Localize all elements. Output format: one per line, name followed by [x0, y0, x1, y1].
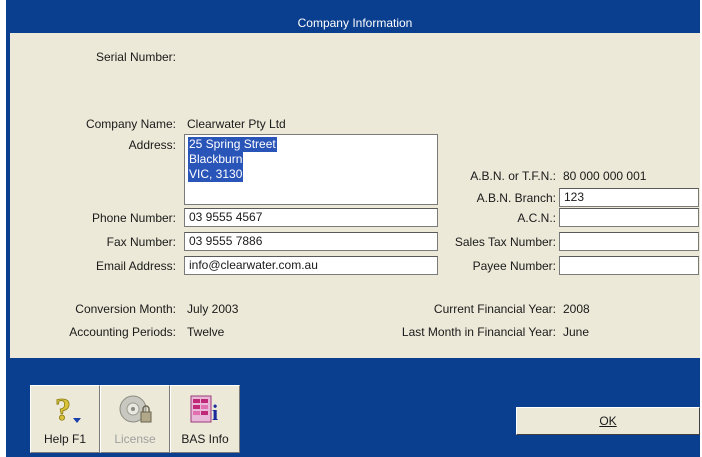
svg-text:?: ?	[55, 392, 71, 426]
help-button[interactable]: ? Help F1	[30, 385, 100, 453]
address-textarea[interactable]: 25 Spring Street Blackburn VIC, 3130	[184, 134, 438, 205]
abn-branch-label: A.B.N. Branch:	[476, 191, 556, 205]
acn-label: A.C.N.:	[517, 211, 556, 225]
svg-text:i: i	[212, 400, 218, 425]
ok-button-label: OK	[599, 414, 617, 428]
license-button[interactable]: License	[100, 385, 170, 453]
company-info-panel: Serial Number: Company Name: Clearwater …	[10, 33, 700, 358]
phone-number-label: Phone Number:	[91, 211, 176, 225]
bas-info-icon: i	[190, 395, 218, 425]
company-name-value: Clearwater Pty Ltd	[187, 117, 286, 131]
sales-tax-number-label: Sales Tax Number:	[454, 235, 556, 249]
address-line-2: Blackburn	[188, 152, 244, 167]
bas-info-button[interactable]: i BAS Info	[170, 385, 240, 453]
accounting-periods-label: Accounting Periods:	[69, 325, 176, 339]
fax-number-field[interactable]: 03 9555 7886	[184, 232, 438, 251]
address-label: Address:	[128, 138, 176, 152]
acn-field[interactable]	[559, 208, 699, 227]
abn-branch-field[interactable]: 123	[559, 188, 699, 207]
company-information-window: Company Information Serial Number: Compa…	[6, 0, 700, 457]
window-title: Company Information	[10, 14, 700, 32]
license-disc-icon	[119, 395, 152, 423]
license-button-label: License	[114, 432, 156, 446]
address-line-1: 25 Spring Street	[188, 137, 277, 152]
bottom-toolbar: ? Help F1 License i BAS Info	[30, 385, 240, 453]
current-financial-year-label: Current Financial Year:	[433, 302, 556, 316]
last-month-financial-year-value: June	[563, 325, 590, 339]
last-month-financial-year-label: Last Month in Financial Year:	[401, 325, 556, 339]
help-button-label: Help F1	[43, 432, 87, 446]
fax-number-label: Fax Number:	[106, 235, 176, 249]
sales-tax-number-field[interactable]	[559, 232, 699, 251]
abn-value: 80 000 000 001	[563, 169, 647, 183]
phone-number-field[interactable]: 03 9555 4567	[184, 208, 438, 227]
bas-info-button-label: BAS Info	[181, 432, 229, 446]
accounting-periods-value: Twelve	[187, 325, 225, 339]
payee-number-label: Payee Number:	[472, 259, 556, 273]
ok-button[interactable]: OK	[516, 407, 700, 435]
conversion-month-label: Conversion Month:	[75, 302, 176, 316]
serial-number-label: Serial Number:	[95, 50, 176, 64]
abn-label: A.B.N. or T.F.N.:	[470, 169, 556, 183]
current-financial-year-value: 2008	[563, 302, 590, 316]
address-line-3: VIC, 3130	[188, 167, 244, 182]
help-question-icon: ?	[55, 392, 81, 426]
conversion-month-value: July 2003	[187, 302, 239, 316]
email-address-label: Email Address:	[95, 259, 176, 273]
payee-number-field[interactable]	[559, 256, 699, 275]
company-name-label: Company Name:	[85, 117, 176, 131]
email-address-field[interactable]: info@clearwater.com.au	[184, 256, 438, 275]
